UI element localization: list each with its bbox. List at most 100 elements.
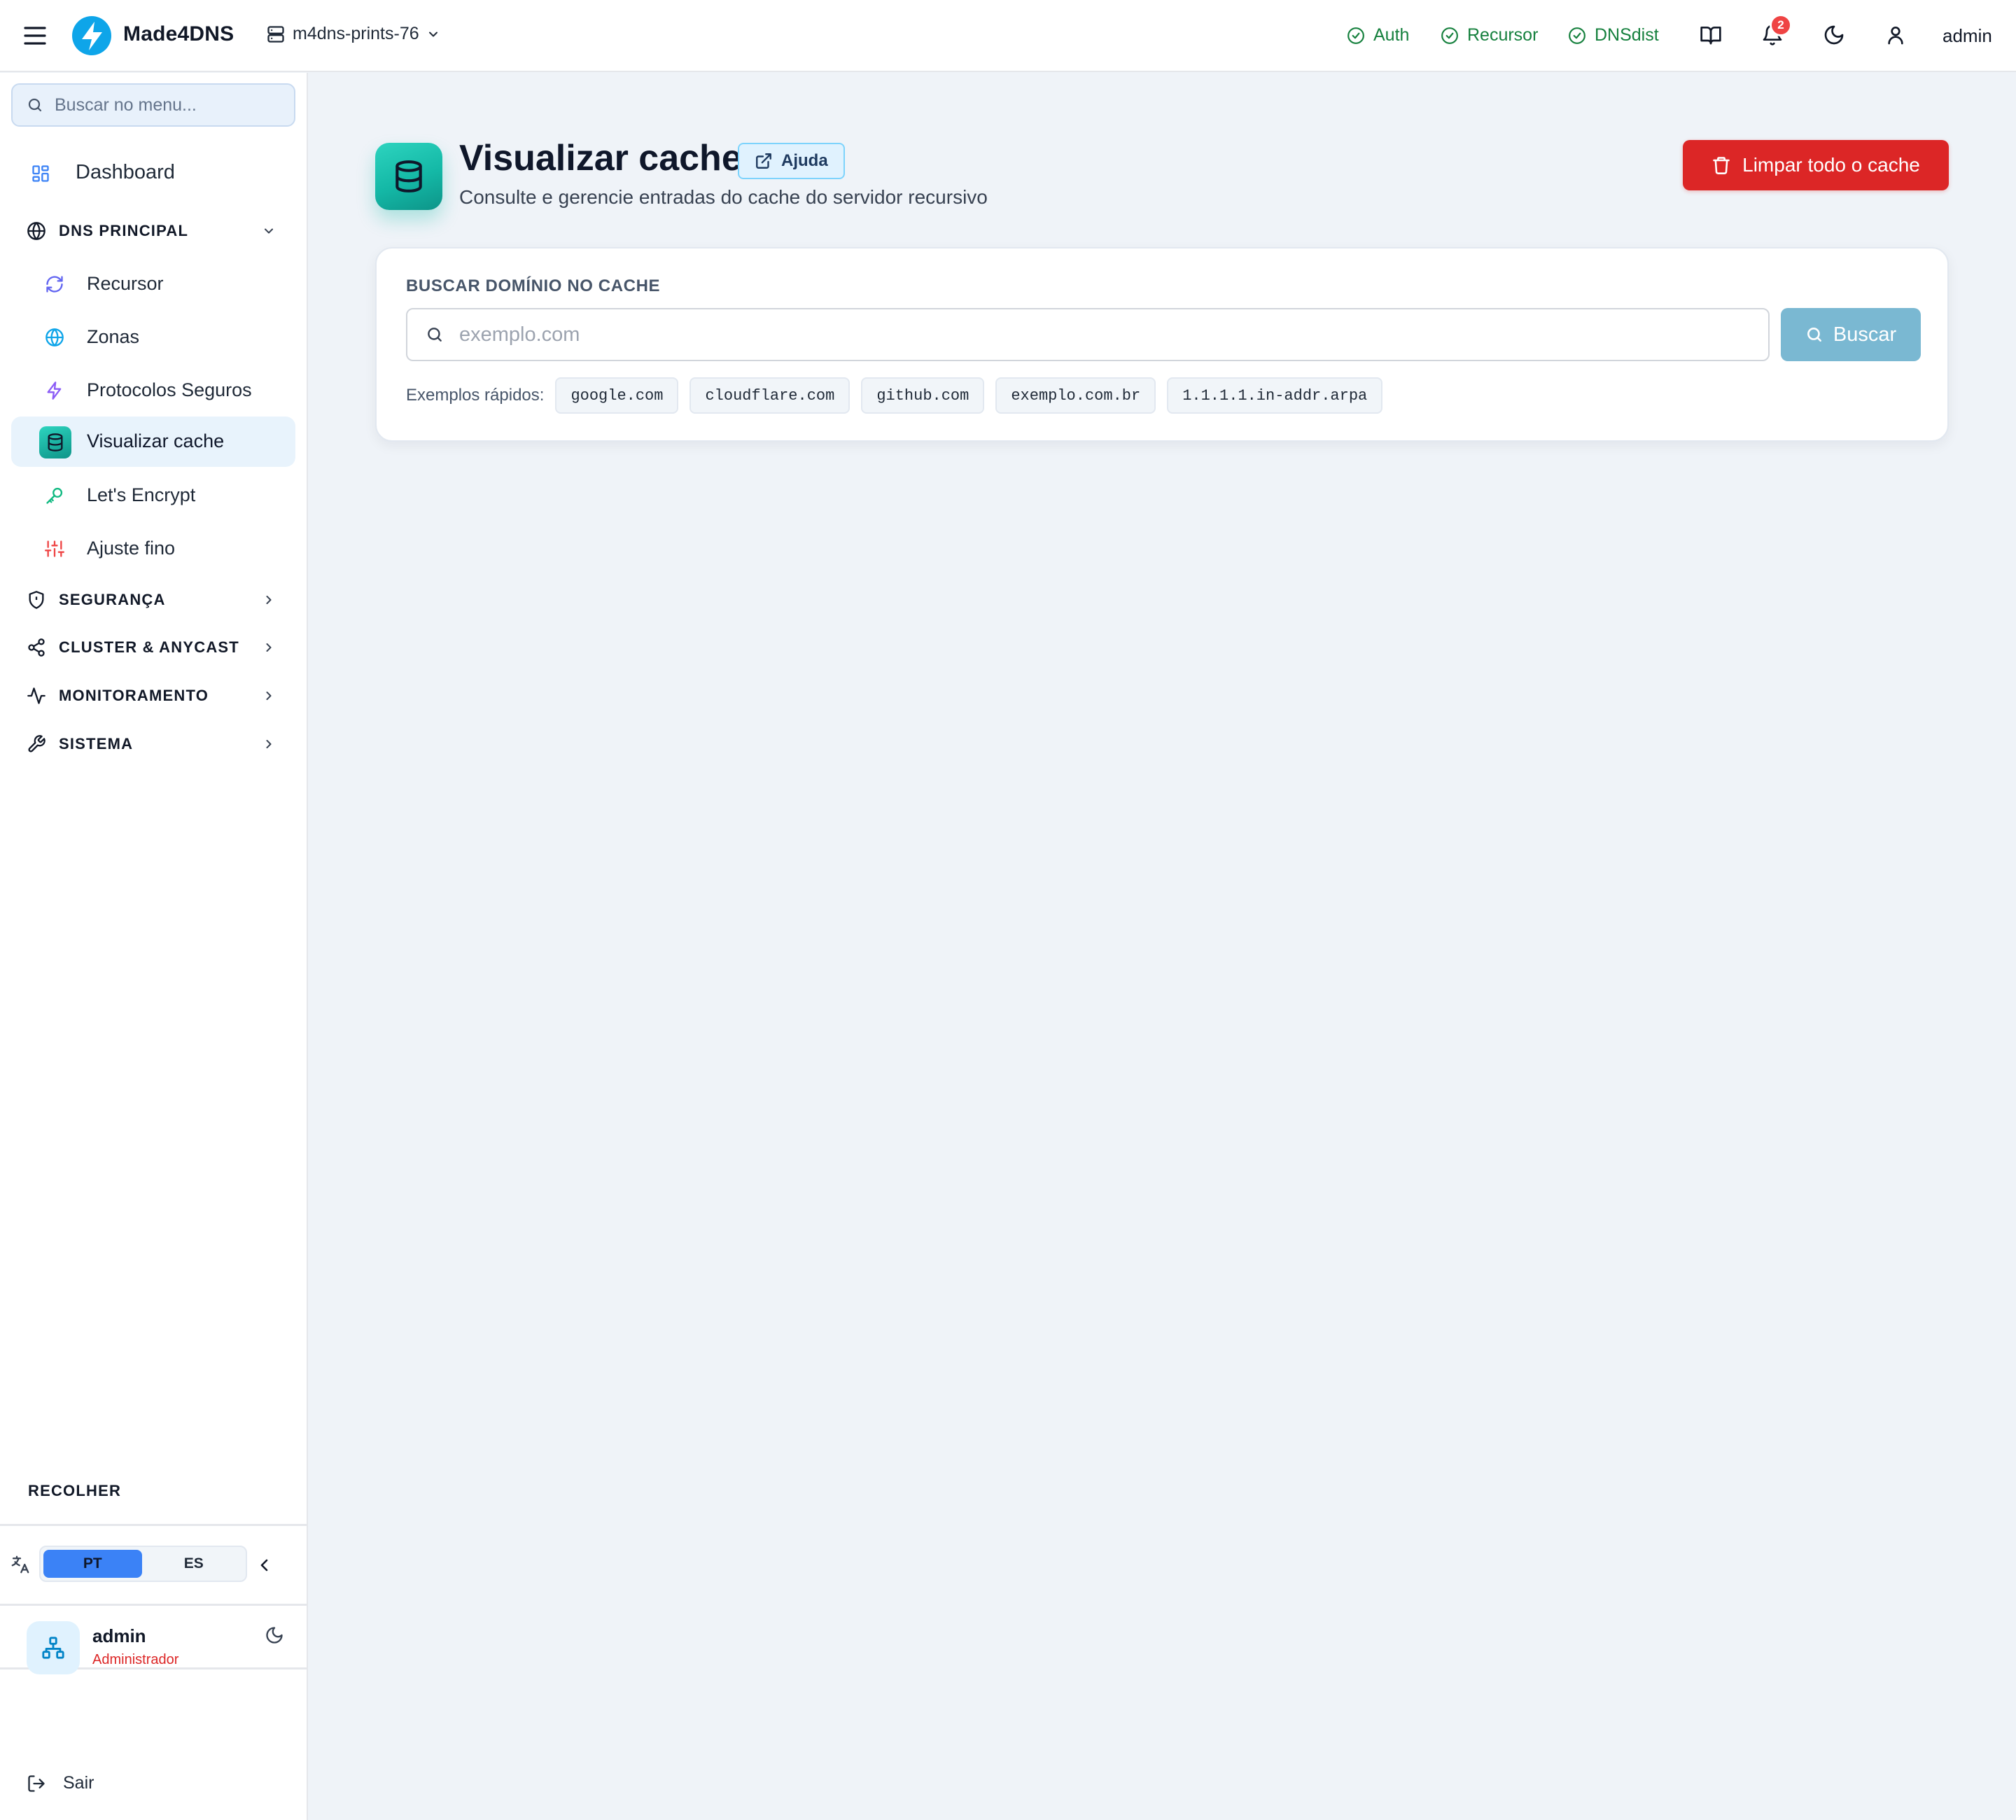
refresh-icon (45, 274, 64, 294)
status-label: DNSdist (1595, 25, 1659, 45)
brand-name[interactable]: Made4DNS (123, 22, 234, 46)
section-label: SEGURANÇA (59, 591, 166, 608)
sidebar-item-dashboard[interactable]: Dashboard (0, 154, 294, 193)
examples-label: Exemplos rápidos: (406, 386, 545, 405)
logout-button[interactable]: Sair (27, 1773, 94, 1793)
database-icon (39, 426, 71, 458)
hamburger-menu-icon[interactable] (24, 25, 46, 46)
external-link-icon (755, 152, 773, 170)
search-button-label: Buscar (1833, 323, 1897, 346)
sidebar-item-zonas[interactable]: Zonas (11, 315, 295, 360)
sidebar-item-visualizar-cache[interactable]: Visualizar cache (11, 419, 295, 464)
sidebar-item-label: Let's Encrypt (87, 484, 196, 505)
avatar[interactable] (27, 1621, 80, 1674)
clear-cache-button[interactable]: Limpar todo o cache (1683, 140, 1949, 190)
example-chip[interactable]: cloudflare.com (690, 377, 850, 414)
sidebar-item-label: Ajuste fino (87, 538, 176, 559)
collapse-label[interactable]: RECOLHER (28, 1482, 121, 1500)
sidebar-item-ajuste-fino[interactable]: Ajuste fino (11, 526, 295, 571)
key-icon (45, 486, 64, 505)
chevron-right-icon (262, 689, 276, 703)
section-label: SISTEMA (59, 735, 134, 752)
sidebar-divider (0, 1604, 307, 1606)
sidebar-item-label: Dashboard (76, 161, 175, 183)
chevron-left-icon[interactable] (256, 1555, 273, 1575)
example-chip[interactable]: github.com (861, 377, 985, 414)
status-label: Recursor (1467, 25, 1539, 45)
example-chip[interactable]: exemplo.com.br (995, 377, 1156, 414)
dashboard-icon (31, 164, 50, 183)
chevron-down-icon (262, 224, 276, 238)
activity-icon (27, 686, 46, 706)
brand-logo-icon[interactable] (71, 15, 112, 56)
chevron-down-icon (426, 27, 440, 41)
help-label: Ajuda (781, 151, 828, 170)
search-button[interactable]: Buscar (1781, 308, 1921, 361)
search-icon (27, 97, 43, 113)
zap-icon (45, 381, 64, 400)
network-icon (41, 1636, 65, 1660)
domain-search-field[interactable] (406, 308, 1770, 361)
search-label: BUSCAR DOMÍNIO NO CACHE (406, 276, 661, 295)
menu-search-input[interactable]: Buscar no menu... (11, 83, 295, 127)
user-icon[interactable] (1884, 24, 1907, 46)
shield-icon (27, 590, 46, 610)
status-recursor[interactable]: Recursor (1441, 25, 1538, 46)
logout-icon (27, 1774, 46, 1793)
sidebar-item-recursor[interactable]: Recursor (11, 262, 295, 307)
sidebar-item-label: Zonas (87, 326, 140, 347)
check-circle-icon (1441, 27, 1459, 45)
example-chip[interactable]: 1.1.1.1.in-addr.arpa (1167, 377, 1383, 414)
status-label: Auth (1373, 25, 1410, 45)
moon-icon[interactable] (265, 1625, 284, 1645)
sidebar-divider (0, 1524, 307, 1526)
example-chip[interactable]: google.com (555, 377, 679, 414)
check-circle-icon (1568, 27, 1586, 45)
sidebar-item-protocolos-seguros[interactable]: Protocolos Seguros (11, 368, 295, 413)
top-user-name[interactable]: admin (1942, 25, 1992, 47)
section-monitoramento[interactable]: MONITORAMENTO (0, 682, 294, 710)
logout-label: Sair (63, 1773, 94, 1793)
chevron-right-icon (262, 737, 276, 751)
section-label: MONITORAMENTO (59, 687, 209, 704)
chevron-right-icon (262, 640, 276, 654)
sidebar-item-lets-encrypt[interactable]: Let's Encrypt (11, 473, 295, 518)
server-icon (266, 24, 286, 44)
page-subtitle: Consulte e gerencie entradas do cache do… (459, 186, 988, 208)
section-seguranca[interactable]: SEGURANÇA (0, 586, 294, 614)
page-database-icon (375, 143, 442, 210)
section-dns-principal[interactable]: DNS PRINCIPAL (0, 217, 294, 245)
section-label: DNS PRINCIPAL (59, 222, 189, 239)
wrench-icon (27, 734, 46, 754)
search-icon (1805, 326, 1823, 344)
user-role: Administrador (92, 1652, 179, 1667)
section-cluster-anycast[interactable]: CLUSTER & ANYCAST (0, 634, 294, 662)
sidebar-item-label: Protocolos Seguros (87, 379, 252, 400)
share-icon (27, 638, 46, 657)
language-toggle: PT ES (39, 1546, 247, 1582)
help-button[interactable]: Ajuda (738, 143, 845, 179)
globe-icon (45, 328, 64, 347)
lang-pt-button[interactable]: PT (43, 1550, 142, 1578)
sidebar-item-label: Visualizar cache (87, 430, 225, 451)
user-name: admin (92, 1625, 146, 1646)
lang-es-button[interactable]: ES (145, 1550, 244, 1578)
trash-icon (1712, 155, 1731, 175)
status-auth[interactable]: Auth (1347, 25, 1409, 46)
server-selector[interactable]: m4dns-prints-76 (266, 24, 440, 44)
search-card: BUSCAR DOMÍNIO NO CACHE Buscar Exemplos … (375, 247, 1949, 442)
book-icon[interactable] (1700, 24, 1722, 46)
chevron-right-icon (262, 593, 276, 607)
status-dnsdist[interactable]: DNSdist (1568, 25, 1659, 46)
notification-badge: 2 (1770, 14, 1792, 36)
search-icon (426, 326, 444, 344)
top-bar: Made4DNS m4dns-prints-76 Auth Recursor D… (0, 0, 2016, 72)
section-sistema[interactable]: SISTEMA (0, 730, 294, 758)
domain-search-input[interactable] (459, 323, 1719, 346)
page-title: Visualizar cache (459, 138, 742, 178)
server-name: m4dns-prints-76 (293, 24, 419, 43)
sidebar-item-label: Recursor (87, 273, 164, 294)
globe-icon (27, 221, 46, 241)
menu-search-placeholder: Buscar no menu... (55, 94, 197, 115)
moon-icon[interactable] (1823, 24, 1845, 46)
